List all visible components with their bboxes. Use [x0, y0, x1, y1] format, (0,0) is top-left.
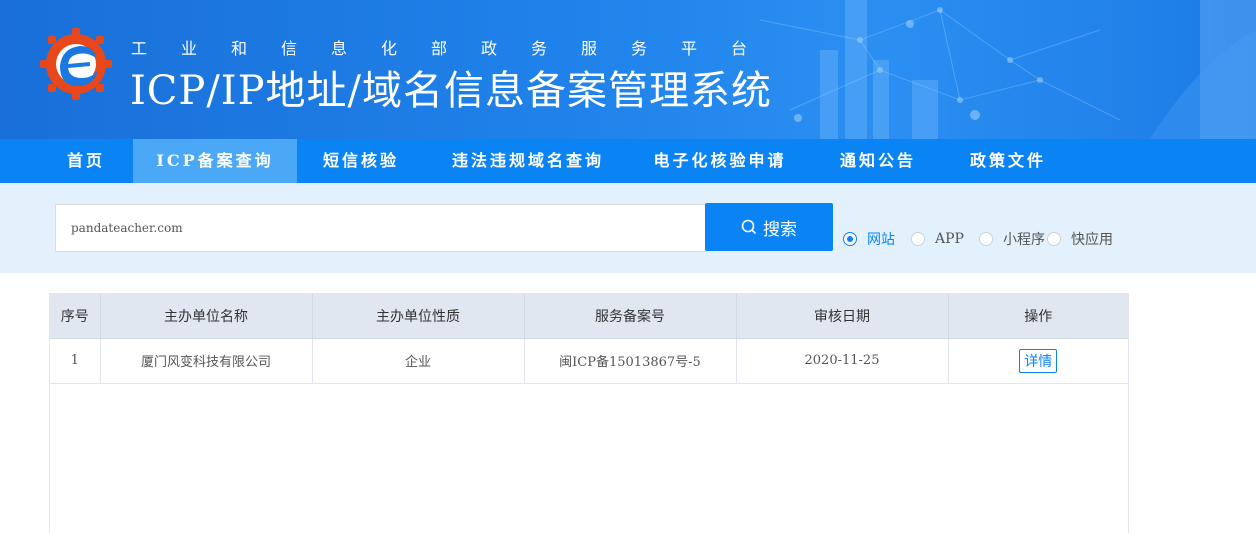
col-header-record-no: 服务备案号: [524, 294, 737, 339]
table-header-row: 序号 主办单位名称 主办单位性质 服务备案号 审核日期 操作: [50, 294, 1128, 339]
main-nav: 首页 ICP备案查询 短信核验 违法违规域名查询 电子化核验申请 通知公告 政策…: [0, 139, 1256, 183]
nav-item-home[interactable]: 首页: [40, 139, 132, 183]
radio-app[interactable]: APP: [911, 229, 964, 249]
miit-logo: [40, 28, 112, 100]
nav-item-e-verify-apply[interactable]: 电子化核验申请: [640, 139, 800, 183]
radio-unchecked-icon: [979, 232, 993, 246]
col-header-index: 序号: [50, 294, 101, 339]
search-button-label: 搜索: [763, 219, 797, 240]
col-header-org-type: 主办单位性质: [312, 294, 525, 339]
detail-button[interactable]: 详情: [1019, 348, 1058, 373]
results-table: 序号 主办单位名称 主办单位性质 服务备案号 审核日期 操作 1 厦门风变科技有…: [50, 294, 1128, 384]
radio-website[interactable]: 网站: [843, 229, 895, 249]
cell-date: 2020-11-25: [736, 338, 949, 384]
cell-org-type: 企业: [312, 338, 525, 384]
col-header-org-name: 主办单位名称: [100, 294, 313, 339]
results-table-container: 序号 主办单位名称 主办单位性质 服务备案号 审核日期 操作 1 厦门风变科技有…: [49, 293, 1129, 533]
header-banner: 工业和信息化部政务服务平台 ICP/IP地址/域名信息备案管理系统: [0, 0, 1256, 139]
cell-action: 详情: [948, 338, 1128, 384]
nav-item-icp-query[interactable]: ICP备案查询: [133, 139, 297, 183]
radio-unchecked-icon: [1047, 232, 1061, 246]
nav-item-illegal-domain-query[interactable]: 违法违规域名查询: [438, 139, 618, 183]
cell-org-name: 厦门风变科技有限公司: [100, 338, 313, 384]
col-header-date: 审核日期: [736, 294, 949, 339]
table-row: 1 厦门风变科技有限公司 企业 闽ICP备15013867号-5 2020-11…: [50, 338, 1128, 384]
search-icon: [741, 219, 757, 235]
radio-unchecked-icon: [911, 232, 925, 246]
radio-checked-icon: [843, 232, 857, 246]
nav-item-notices[interactable]: 通知公告: [822, 139, 934, 183]
radio-mini-program[interactable]: 小程序: [979, 229, 1045, 249]
page-title: ICP/IP地址/域名信息备案管理系统: [130, 68, 772, 114]
radio-mini-program-label: 小程序: [1003, 232, 1045, 248]
cell-record-no: 闽ICP备15013867号-5: [524, 338, 737, 384]
search-input[interactable]: [55, 204, 707, 252]
radio-quick-app-label: 快应用: [1071, 232, 1113, 248]
radio-app-label: APP: [935, 231, 964, 247]
nav-item-policy-docs[interactable]: 政策文件: [952, 139, 1064, 183]
search-button[interactable]: 搜索: [705, 203, 833, 251]
col-header-action: 操作: [948, 294, 1128, 339]
header-subtitle: 工业和信息化部政务服务平台: [131, 39, 782, 58]
search-band: 搜索 网站 APP 小程序 快应用: [0, 183, 1256, 273]
nav-item-sms-verify[interactable]: 短信核验: [305, 139, 417, 183]
cell-index: 1: [50, 338, 101, 384]
radio-quick-app[interactable]: 快应用: [1047, 229, 1113, 249]
radio-website-label: 网站: [867, 232, 895, 248]
